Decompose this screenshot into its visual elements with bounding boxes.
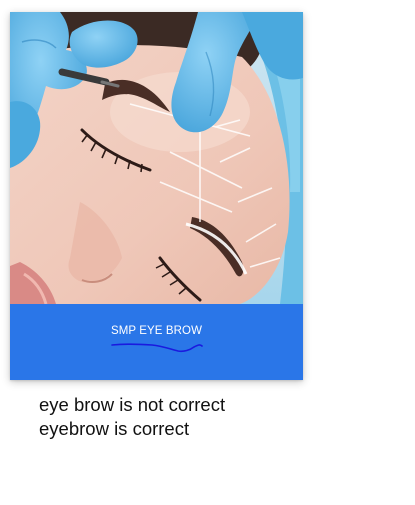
service-photo-illustration — [10, 12, 303, 304]
service-title[interactable]: SMP EYE BROW — [10, 325, 303, 337]
service-card[interactable]: SMP EYE BROW — [10, 12, 303, 380]
caption-bar[interactable]: SMP EYE BROW — [10, 304, 303, 380]
annotation-underline — [111, 343, 203, 353]
service-photo — [10, 12, 303, 304]
annotation-note: eye brow is not correct eyebrow is corre… — [39, 394, 226, 439]
